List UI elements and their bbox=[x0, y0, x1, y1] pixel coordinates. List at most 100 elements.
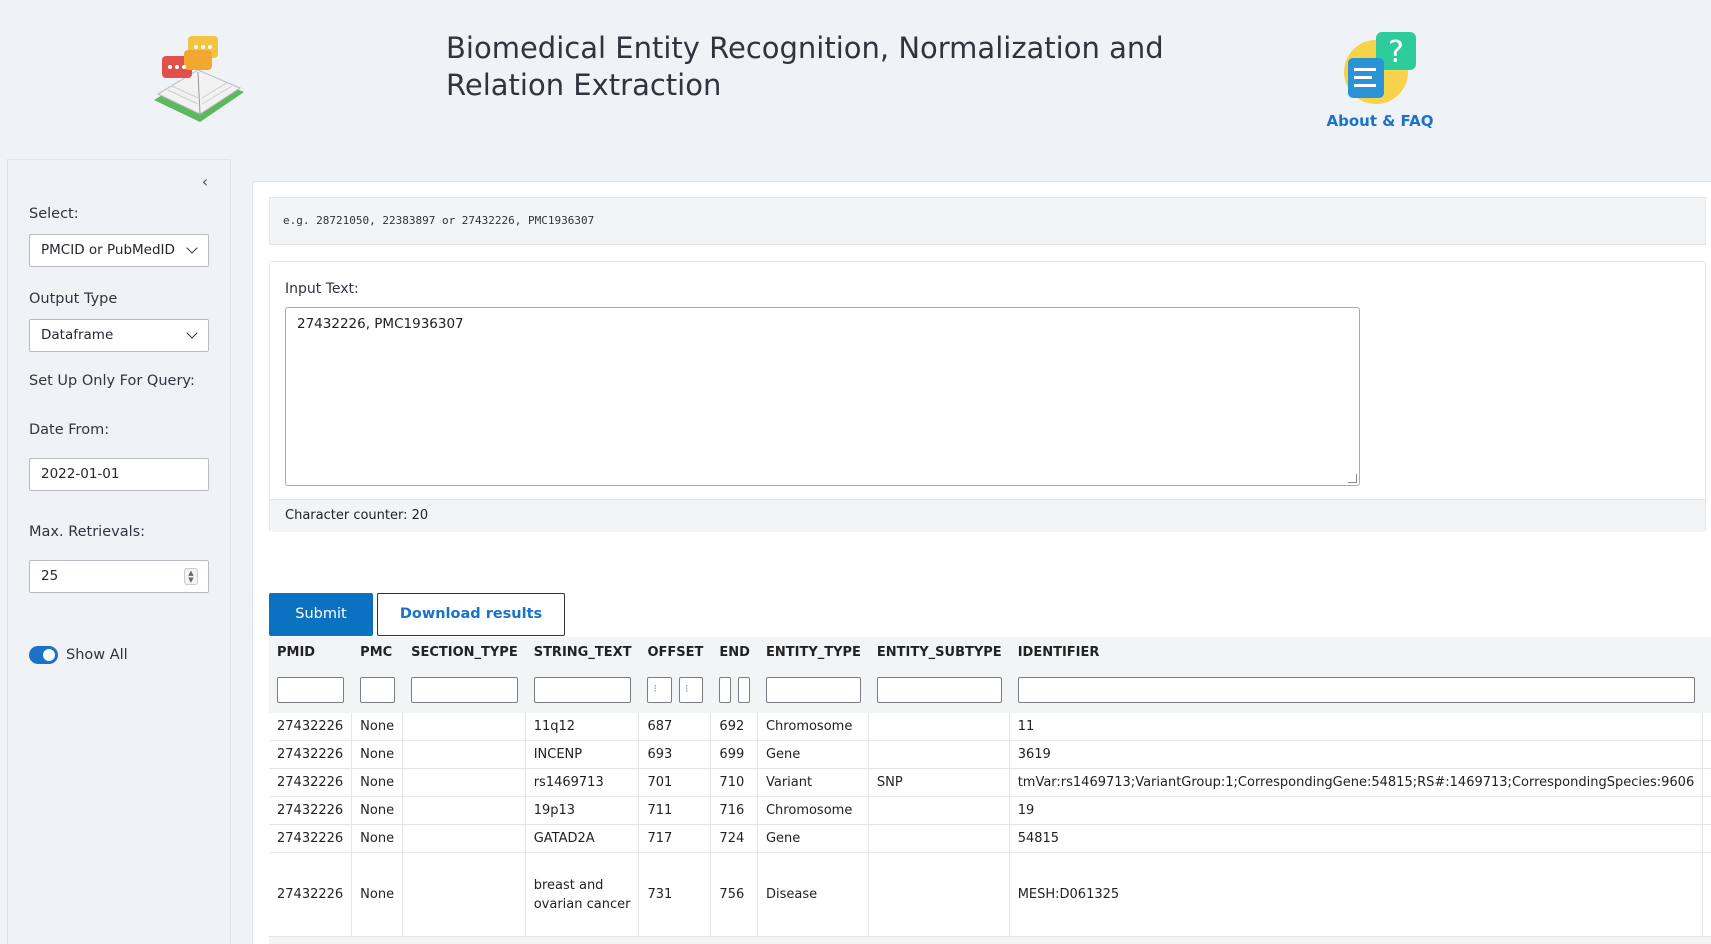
table-row: 27432226 None breast and ovarian cancer 731… bbox=[269, 853, 1711, 937]
table-cell: 54815 bbox=[1009, 825, 1704, 853]
show-all-toggle[interactable] bbox=[29, 646, 58, 664]
table-cell: Chromosome bbox=[757, 713, 869, 741]
table-cell: 699 bbox=[711, 741, 758, 769]
select-label: Select: bbox=[29, 206, 79, 222]
table-cell: 27432226 bbox=[269, 713, 353, 741]
table-cell: 724 bbox=[711, 825, 758, 853]
table-cell bbox=[868, 741, 1010, 769]
select-dropdown[interactable]: PMCID or PubMedID bbox=[29, 234, 209, 267]
chevron-down-icon bbox=[186, 242, 198, 254]
filter-input-entity-subtype[interactable] bbox=[876, 677, 1002, 703]
table-cell: None bbox=[352, 713, 404, 741]
input-form: Input Text: 27432226, PMC1936307 Charact… bbox=[269, 261, 1706, 532]
download-results-button[interactable]: Download results bbox=[377, 593, 565, 636]
max-retrievals-label: Max. Retrievals: bbox=[29, 524, 146, 540]
table-cell: 693 bbox=[639, 741, 712, 769]
submit-button[interactable]: Submit bbox=[269, 593, 373, 636]
table-cell bbox=[1703, 853, 1711, 937]
date-from-label: Date From: bbox=[29, 422, 110, 438]
filter-input-entity-type[interactable] bbox=[765, 677, 861, 703]
input-textarea[interactable]: 27432226, PMC1936307 bbox=[285, 307, 1360, 486]
filter-offset-max[interactable] bbox=[678, 677, 704, 703]
filter-input-section-type[interactable] bbox=[411, 677, 518, 703]
table-cell: None bbox=[352, 741, 404, 769]
table-cell bbox=[868, 853, 1010, 937]
column-header[interactable]: OFFSET bbox=[639, 637, 712, 667]
app-logo bbox=[150, 30, 248, 124]
column-header[interactable]: PMC bbox=[352, 637, 404, 667]
filter-input-pmc[interactable] bbox=[360, 677, 396, 703]
about-faq-link[interactable]: ? About & FAQ bbox=[1320, 30, 1440, 130]
date-from-value: 2022-01-01 bbox=[41, 466, 120, 482]
number-stepper-icon[interactable]: ▲ ▼ bbox=[184, 568, 198, 585]
table-cell: Gene bbox=[757, 825, 869, 853]
column-header[interactable]: SECTION_TYPE bbox=[403, 637, 526, 667]
table-cell: 3619 bbox=[1009, 741, 1704, 769]
table-cell bbox=[403, 853, 526, 937]
table-header-row: PMID PMC SECTION_TYPE STRING_TEXT OFFSET… bbox=[269, 637, 1711, 667]
table-cell: 687 bbox=[639, 713, 712, 741]
filter-end-max[interactable] bbox=[738, 677, 750, 703]
filter-input-identifier[interactable] bbox=[1017, 677, 1696, 703]
show-all-label: Show All bbox=[66, 647, 128, 663]
table-cell: None bbox=[352, 797, 404, 825]
output-type-label: Output Type bbox=[29, 291, 118, 307]
table-cell: 710 bbox=[711, 769, 758, 797]
collapse-sidebar-icon[interactable]: ‹ bbox=[195, 172, 215, 192]
filter-end-min[interactable] bbox=[719, 677, 732, 703]
table-cell bbox=[1703, 713, 1711, 741]
output-type-dropdown[interactable]: Dataframe bbox=[29, 319, 209, 352]
table-cell bbox=[868, 797, 1010, 825]
table-cell: 701 bbox=[639, 769, 712, 797]
table-cell: 27432226 bbox=[269, 853, 353, 937]
column-header[interactable]: ENTITY_TYPE bbox=[757, 637, 869, 667]
table-cell: None bbox=[352, 769, 404, 797]
results-table: PMID PMC SECTION_TYPE STRING_TEXT OFFSET… bbox=[269, 637, 1711, 944]
filter-input-string-text[interactable] bbox=[533, 677, 632, 703]
faq-label[interactable]: About & FAQ bbox=[1320, 112, 1440, 130]
column-header[interactable]: STRING_TEXT bbox=[525, 637, 640, 667]
table-cell: None bbox=[352, 853, 404, 937]
table-row: 27432226 None 11q12 687 692 Chromosome 11 bbox=[269, 713, 1711, 741]
column-header[interactable]: PMID bbox=[269, 637, 353, 667]
table-cell: 711 bbox=[639, 797, 712, 825]
table-cell: GATAD2A bbox=[525, 825, 640, 853]
select-value: PMCID or PubMedID bbox=[41, 242, 175, 258]
max-retrievals-input[interactable]: 25 ▲ ▼ bbox=[29, 560, 209, 593]
table-cell: 692 bbox=[711, 713, 758, 741]
table-cell bbox=[403, 713, 526, 741]
setup-label: Set Up Only For Query: bbox=[29, 373, 195, 389]
table-cell: 19p13 bbox=[525, 797, 640, 825]
table-cell: SNP bbox=[868, 769, 1010, 797]
input-text-label: Input Text: bbox=[285, 281, 359, 297]
table-cell: 27432226 bbox=[269, 741, 353, 769]
table-cell: INCENP bbox=[525, 741, 640, 769]
chevron-down-icon bbox=[186, 327, 198, 339]
table-cell: Variant bbox=[757, 769, 869, 797]
table-cell bbox=[403, 797, 526, 825]
svg-text:?: ? bbox=[1388, 35, 1404, 70]
column-header[interactable]: NC bbox=[1703, 637, 1711, 667]
table-cell bbox=[403, 741, 526, 769]
table-cell: Chromosome bbox=[757, 797, 869, 825]
column-header[interactable]: IDENTIFIER bbox=[1009, 637, 1704, 667]
filter-offset-min[interactable] bbox=[647, 677, 672, 703]
table-cell bbox=[1703, 797, 1711, 825]
table-cell: 11 bbox=[1009, 713, 1704, 741]
table-cell: rs1469713 bbox=[525, 769, 640, 797]
table-cell: 756 bbox=[711, 853, 758, 937]
column-header[interactable]: ENTITY_SUBTYPE bbox=[868, 637, 1010, 667]
table-cell: 731 bbox=[639, 853, 712, 937]
table-row: 27432226 None 19p13 711 716 Chromosome 19 bbox=[269, 797, 1711, 825]
faq-icon: ? bbox=[1344, 32, 1416, 104]
table-cell bbox=[868, 825, 1010, 853]
table-cell: 27432226 bbox=[269, 769, 353, 797]
table-cell: 716 bbox=[711, 797, 758, 825]
filter-input-pmid[interactable] bbox=[277, 677, 345, 703]
table-cell bbox=[1703, 769, 1711, 797]
sidebar: ‹ Select: PMCID or PubMedID Output Type … bbox=[7, 159, 231, 944]
date-from-input[interactable]: 2022-01-01 bbox=[29, 458, 209, 491]
input-textarea-value: 27432226, PMC1936307 bbox=[297, 316, 464, 332]
resize-handle-icon[interactable] bbox=[1348, 474, 1357, 483]
column-header[interactable]: END bbox=[711, 637, 758, 667]
